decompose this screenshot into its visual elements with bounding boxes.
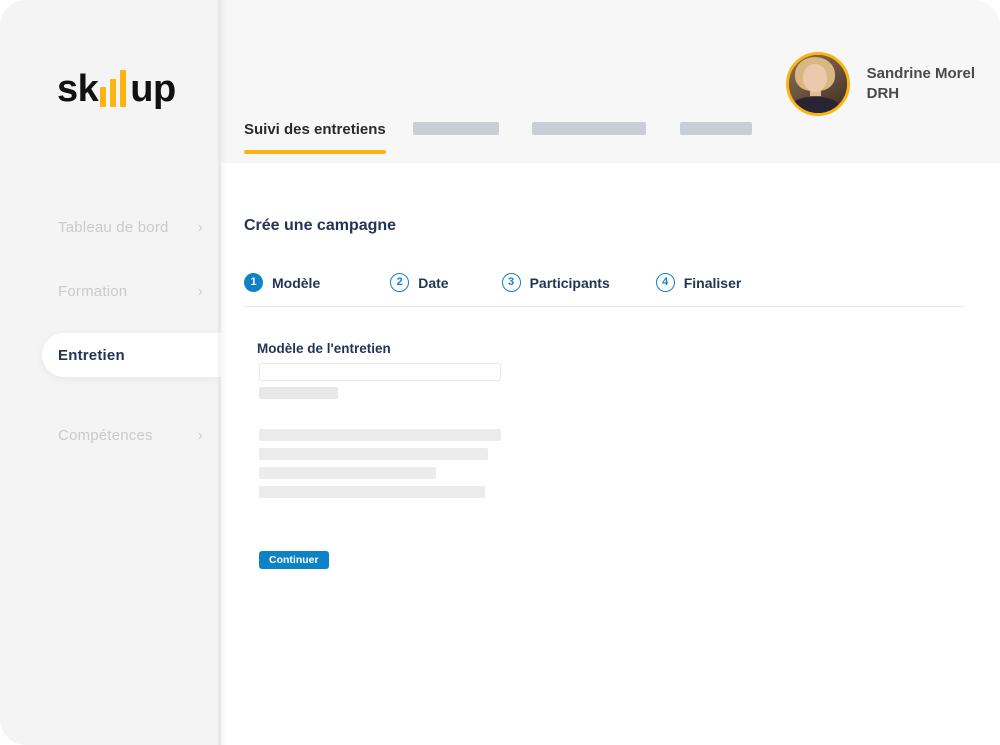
step-number-badge: 1 xyxy=(244,273,263,292)
sidebar-item-tableau-de-bord[interactable]: Tableau de bord › xyxy=(0,205,221,249)
step-number-badge: 3 xyxy=(501,273,521,292)
sidebar-item-label: Compétences xyxy=(58,426,153,444)
tab-placeholder-3[interactable] xyxy=(679,122,752,135)
skeleton-line xyxy=(259,486,485,498)
user-profile[interactable]: Sandrine Morel DRH xyxy=(785,52,975,116)
tab-label: Suivi des entretiens xyxy=(244,121,386,138)
sidebar-item-competences[interactable]: Compétences › xyxy=(0,413,221,457)
sidebar-nav: Tableau de bord › Formation › Entretien … xyxy=(0,205,221,477)
step-participants[interactable]: 3 Participants xyxy=(501,273,610,292)
skeleton-line xyxy=(259,467,436,479)
tab-placeholder-1[interactable] xyxy=(412,122,499,135)
user-name: Sandrine Morel xyxy=(866,64,975,82)
step-label: Date xyxy=(418,274,449,291)
stepper: 1 Modèle 2 Date 3 Participants 4 Finalis… xyxy=(244,273,746,292)
sidebar-item-label: Tableau de bord xyxy=(58,218,169,236)
logo-text-suffix: up xyxy=(130,68,176,110)
step-number-badge: 4 xyxy=(655,273,675,292)
main-area: Sandrine Morel DRH Suivi des entretiens … xyxy=(221,0,1000,745)
header-bar: Sandrine Morel DRH Suivi des entretiens xyxy=(221,0,1000,163)
sidebar-item-label: Entretien xyxy=(58,346,125,364)
modele-entretien-input[interactable] xyxy=(259,363,501,381)
step-modele[interactable]: 1 Modèle xyxy=(244,273,320,292)
form-field-label: Modèle de l'entretien xyxy=(257,341,391,356)
step-label: Finaliser xyxy=(683,274,742,291)
continue-button[interactable]: Continuer xyxy=(259,551,329,569)
sidebar-item-entretien[interactable]: Entretien xyxy=(42,333,221,377)
sidebar: sk up Tableau de bord › Formation › Entr… xyxy=(0,0,221,745)
page-title: Crée une campagne xyxy=(244,217,397,234)
chevron-right-icon: › xyxy=(197,218,203,236)
logo-text-prefix: sk xyxy=(57,68,99,110)
form-sub-placeholder xyxy=(259,387,338,399)
chevron-right-icon: › xyxy=(197,282,203,300)
step-finaliser[interactable]: 4 Finaliser xyxy=(655,273,742,292)
stepper-divider xyxy=(244,306,964,307)
avatar[interactable] xyxy=(785,52,850,116)
tab-bar: Suivi des entretiens xyxy=(244,121,752,163)
logo-bars-icon xyxy=(100,69,127,107)
app-logo[interactable]: sk up xyxy=(57,62,176,108)
user-role: DRH xyxy=(866,85,900,102)
sidebar-item-formation[interactable]: Formation › xyxy=(0,269,221,313)
chevron-right-icon: › xyxy=(197,426,203,444)
step-number-badge: 2 xyxy=(390,273,410,292)
app-window: sk up Tableau de bord › Formation › Entr… xyxy=(0,0,1000,745)
sidebar-item-label: Formation xyxy=(58,282,128,300)
step-date[interactable]: 2 Date xyxy=(390,273,449,292)
step-label: Participants xyxy=(529,274,610,291)
tab-placeholder-2[interactable] xyxy=(531,122,646,135)
step-label: Modèle xyxy=(272,274,321,291)
tab-suivi-des-entretiens[interactable]: Suivi des entretiens xyxy=(244,121,386,163)
user-text: Sandrine Morel DRH xyxy=(867,64,975,105)
skeleton-line xyxy=(259,448,488,460)
tab-active-underline xyxy=(244,150,386,154)
skeleton-line xyxy=(259,429,501,441)
